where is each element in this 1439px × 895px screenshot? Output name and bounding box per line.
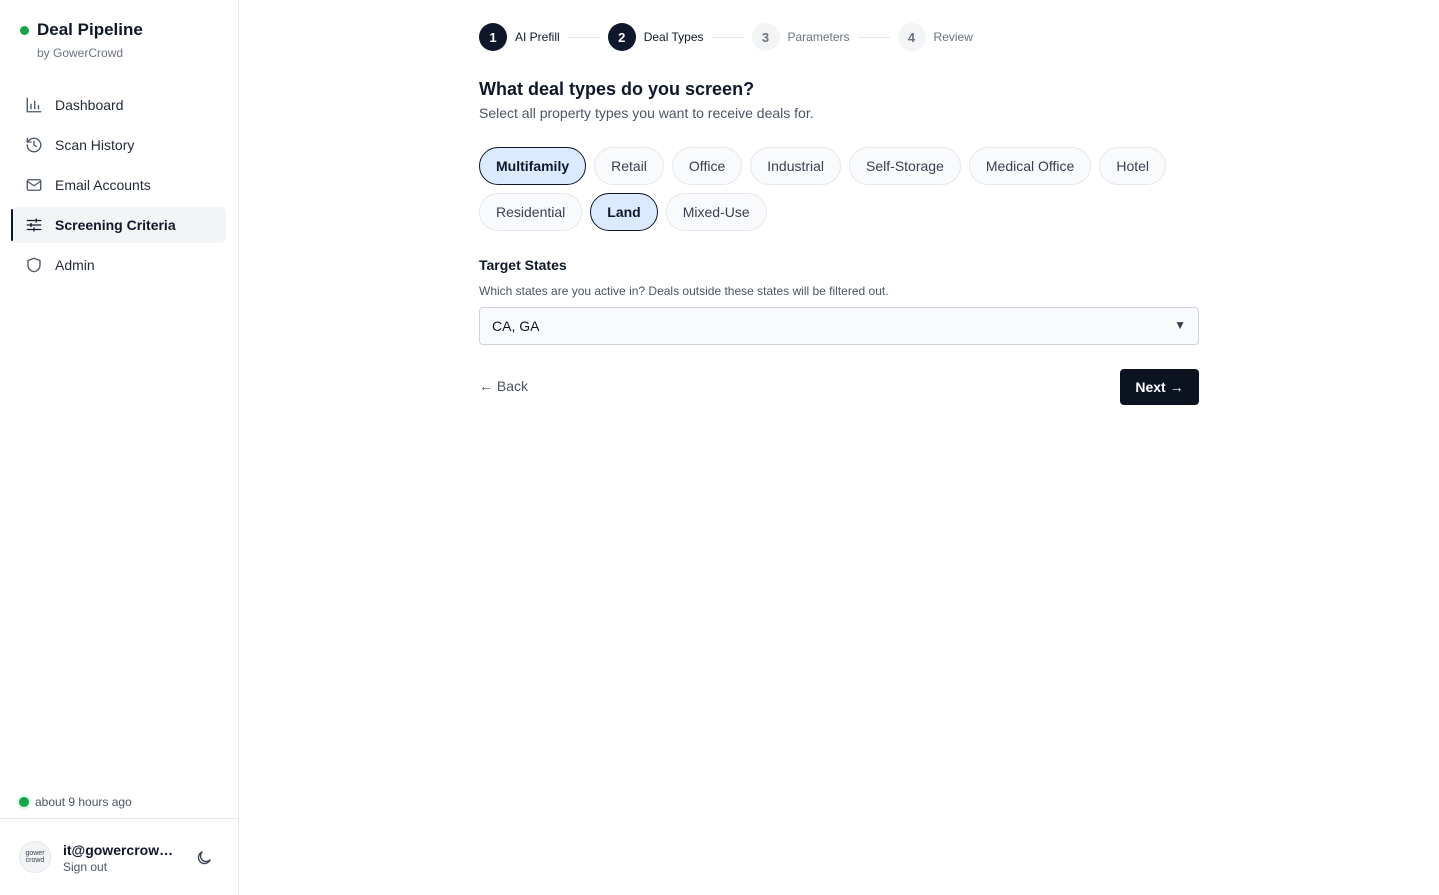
chevron-down-icon: ▼ — [1174, 318, 1186, 332]
step-ai-prefill[interactable]: 1 AI Prefill — [479, 23, 560, 51]
step-deal-types[interactable]: 2 Deal Types — [607, 23, 704, 51]
brand-row: Deal Pipeline — [20, 20, 143, 40]
brand: Deal Pipeline by GowerCrowd — [20, 20, 143, 60]
chip-industrial[interactable]: Industrial — [750, 147, 842, 185]
target-states-value: CA, GA — [492, 318, 540, 334]
step-parameters[interactable]: 3 Parameters — [751, 23, 850, 51]
history-icon — [25, 136, 43, 154]
page-title: What deal types do you screen? — [479, 79, 755, 99]
step-connector — [857, 36, 890, 38]
step-label: AI Prefill — [515, 30, 560, 44]
step-number: 4 — [897, 23, 926, 51]
moon-icon[interactable] — [195, 849, 213, 867]
chip-self-storage[interactable]: Self-Storage — [849, 147, 961, 185]
sliders-icon — [25, 216, 43, 234]
sidebar-item-label: Dashboard — [55, 97, 124, 113]
page-subtitle: Select all property types you want to re… — [479, 105, 814, 121]
app-title: Deal Pipeline — [37, 20, 143, 39]
back-button[interactable]: ← Back — [479, 378, 528, 394]
step-label: Parameters — [787, 30, 850, 44]
chip-multifamily[interactable]: Multifamily — [479, 147, 587, 185]
target-states-help: Which states are you active in? Deals ou… — [479, 284, 889, 298]
sidebar-item-scan-history[interactable]: Scan History — [12, 127, 226, 163]
target-states-select[interactable]: CA, GA ▼ — [479, 307, 1199, 345]
step-number: 3 — [751, 23, 780, 51]
chip-hotel[interactable]: Hotel — [1099, 147, 1167, 185]
sidebar-nav: Dashboard Scan History Email Accounts Sc… — [11, 87, 226, 287]
sign-out-link[interactable]: Sign out — [63, 860, 107, 874]
shield-icon — [25, 256, 43, 274]
chip-retail[interactable]: Retail — [594, 147, 664, 185]
deal-type-chips: Multifamily Retail Office Industrial Sel… — [479, 147, 1199, 231]
step-label: Deal Types — [643, 30, 704, 44]
sidebar-item-screening-criteria[interactable]: Screening Criteria — [11, 207, 226, 243]
avatar[interactable]: gower crowd — [19, 841, 51, 873]
chip-residential[interactable]: Residential — [479, 193, 583, 231]
step-connector — [711, 36, 744, 38]
chip-office[interactable]: Office — [671, 147, 743, 185]
sync-status: about 9 hours ago — [19, 795, 132, 809]
next-button[interactable]: Next → — [1120, 369, 1199, 405]
step-connector — [567, 36, 600, 38]
mail-icon — [25, 176, 43, 194]
chip-land[interactable]: Land — [590, 193, 658, 231]
sidebar-item-label: Admin — [55, 257, 95, 273]
sidebar-item-admin[interactable]: Admin — [12, 247, 226, 283]
status-dot — [20, 25, 29, 35]
app-subtitle: by GowerCrowd — [37, 46, 124, 60]
step-review[interactable]: 4 Review — [897, 23, 973, 51]
sidebar: Deal Pipeline by GowerCrowd Dashboard Sc… — [0, 0, 239, 895]
sync-status-text: about 9 hours ago — [35, 795, 132, 809]
sidebar-item-label: Scan History — [55, 137, 135, 153]
sidebar-item-email-accounts[interactable]: Email Accounts — [12, 167, 226, 203]
sync-status-dot — [19, 797, 29, 807]
sidebar-item-label: Screening Criteria — [55, 217, 176, 233]
step-label: Review — [933, 30, 973, 44]
bar-chart-icon — [25, 96, 43, 114]
chip-mixed-use[interactable]: Mixed-Use — [665, 193, 767, 231]
user-email: it@gowercrowd.com — [63, 842, 181, 858]
stepper: 1 AI Prefill 2 Deal Types 3 Parameters 4… — [479, 23, 973, 51]
sidebar-item-dashboard[interactable]: Dashboard — [12, 87, 226, 123]
user-panel: gower crowd it@gowercrowd.com Sign out — [0, 818, 238, 895]
target-states-title: Target States — [479, 257, 567, 273]
step-number: 1 — [479, 23, 507, 51]
chip-medical-office[interactable]: Medical Office — [968, 147, 1092, 185]
step-number: 2 — [607, 23, 636, 51]
app-root: Deal Pipeline by GowerCrowd Dashboard Sc… — [0, 0, 1439, 895]
sidebar-item-label: Email Accounts — [55, 177, 151, 193]
